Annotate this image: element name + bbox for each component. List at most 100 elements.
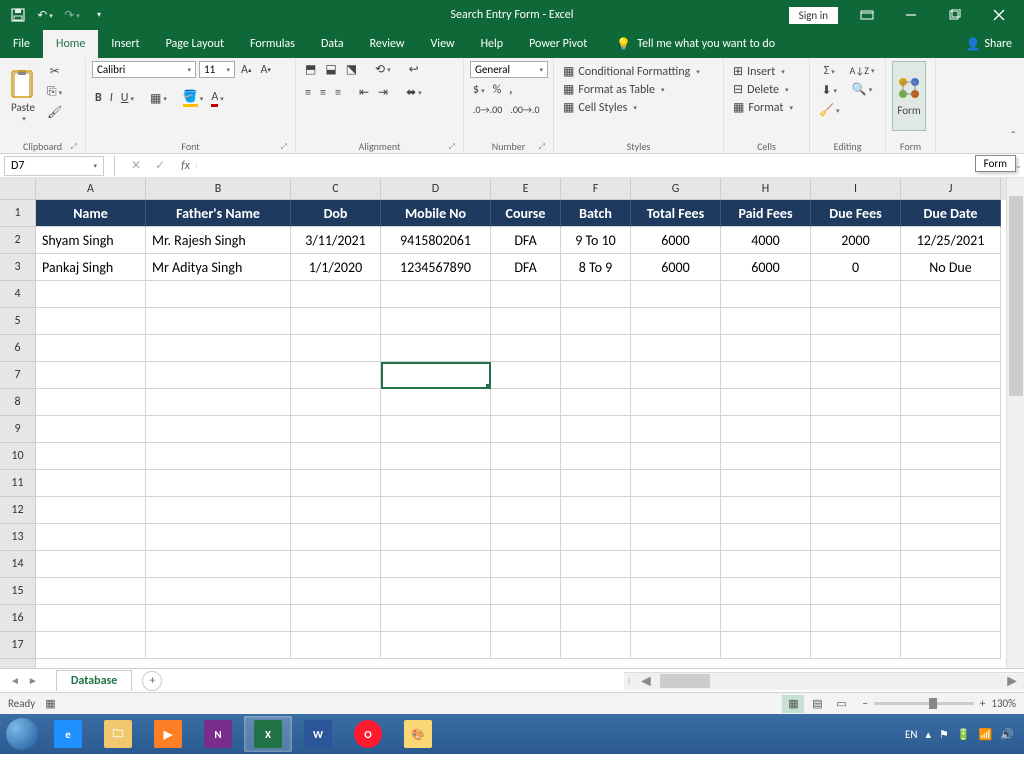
cell-I12[interactable] [811, 497, 901, 524]
cell-B1[interactable]: Father's Name [146, 200, 291, 227]
cell-I11[interactable] [811, 470, 901, 497]
cell-B9[interactable] [146, 416, 291, 443]
paste-button[interactable]: Paste ▾ [6, 61, 40, 131]
col-header-A[interactable]: A [36, 178, 146, 200]
cell-E3[interactable]: DFA [491, 254, 561, 281]
cell-A11[interactable] [36, 470, 146, 497]
cell-G17[interactable] [631, 632, 721, 659]
cell-G13[interactable] [631, 524, 721, 551]
cell-F8[interactable] [561, 389, 631, 416]
cell-A7[interactable] [36, 362, 146, 389]
cell-J1[interactable]: Due Date [901, 200, 1001, 227]
format-cells-button[interactable]: ▦Format▾ [730, 99, 803, 116]
start-button[interactable] [2, 716, 42, 752]
tray-expand-icon[interactable]: ▴ [925, 728, 931, 741]
cell-A1[interactable]: Name [36, 200, 146, 227]
tray-volume-icon[interactable]: 🔊 [1000, 728, 1014, 741]
cell-C8[interactable] [291, 389, 381, 416]
cell-C4[interactable] [291, 281, 381, 308]
col-header-I[interactable]: I [811, 178, 901, 200]
cell-F1[interactable]: Batch [561, 200, 631, 227]
signin-button[interactable]: Sign in [789, 7, 838, 24]
merge-center-icon[interactable]: ⬌▾ [403, 84, 425, 101]
close-icon[interactable] [978, 1, 1020, 29]
cell-A12[interactable] [36, 497, 146, 524]
name-box[interactable]: D7▾ [4, 156, 104, 176]
cell-I16[interactable] [811, 605, 901, 632]
fill-color-icon[interactable]: 🪣▾ [180, 88, 206, 108]
page-break-view-icon[interactable]: ▭ [830, 695, 852, 713]
sort-filter-icon[interactable]: A↓Z▾ [846, 63, 877, 78]
cell-A14[interactable] [36, 551, 146, 578]
cell-B14[interactable] [146, 551, 291, 578]
cell-J5[interactable] [901, 308, 1001, 335]
cell-G15[interactable] [631, 578, 721, 605]
font-color-icon[interactable]: A▾ [208, 89, 226, 108]
cell-E16[interactable] [491, 605, 561, 632]
cell-E11[interactable] [491, 470, 561, 497]
cell-C12[interactable] [291, 497, 381, 524]
tab-home[interactable]: Home [43, 30, 98, 58]
qat-customize-icon[interactable]: ▾ [87, 3, 111, 27]
page-layout-view-icon[interactable]: ▤ [806, 695, 828, 713]
cell-I3[interactable]: 0 [811, 254, 901, 281]
fx-icon[interactable]: fx [175, 159, 196, 173]
vertical-scroll-thumb[interactable] [1009, 196, 1023, 396]
row-header-8[interactable]: 8 [0, 389, 35, 416]
tab-formulas[interactable]: Formulas [237, 30, 308, 58]
cell-D8[interactable] [381, 389, 491, 416]
cell-C16[interactable] [291, 605, 381, 632]
normal-view-icon[interactable]: ▦ [782, 695, 804, 713]
number-dialog-icon[interactable]: ⤢ [539, 142, 545, 152]
save-icon[interactable] [6, 3, 30, 27]
row-header-10[interactable]: 10 [0, 443, 35, 470]
cell-E6[interactable] [491, 335, 561, 362]
autosum-icon[interactable]: Σ▾ [816, 63, 842, 79]
col-header-B[interactable]: B [146, 178, 291, 200]
col-header-J[interactable]: J [901, 178, 1001, 200]
cell-E4[interactable] [491, 281, 561, 308]
increase-decimal-icon[interactable]: .0→.00 [470, 102, 505, 117]
cell-D4[interactable] [381, 281, 491, 308]
taskbar-ie[interactable]: e [44, 716, 92, 752]
tab-pagelayout[interactable]: Page Layout [153, 30, 237, 58]
col-header-D[interactable]: D [381, 178, 491, 200]
taskbar-excel[interactable]: X [244, 716, 292, 752]
tray-power-icon[interactable]: 🔋 [957, 728, 971, 741]
cell-D10[interactable] [381, 443, 491, 470]
row-header-3[interactable]: 3 [0, 254, 35, 281]
cell-H3[interactable]: 6000 [721, 254, 811, 281]
formula-bar[interactable] [196, 164, 1024, 168]
cell-C6[interactable] [291, 335, 381, 362]
cell-F13[interactable] [561, 524, 631, 551]
cell-A4[interactable] [36, 281, 146, 308]
cell-J4[interactable] [901, 281, 1001, 308]
cell-I7[interactable] [811, 362, 901, 389]
zoom-level[interactable]: 130% [991, 697, 1016, 710]
cell-F9[interactable] [561, 416, 631, 443]
cell-H4[interactable] [721, 281, 811, 308]
cell-B10[interactable] [146, 443, 291, 470]
cell-C17[interactable] [291, 632, 381, 659]
cell-J15[interactable] [901, 578, 1001, 605]
orientation-icon[interactable]: ⟲▾ [372, 61, 394, 78]
cancel-formula-icon[interactable]: ✕ [131, 158, 141, 173]
add-sheet-button[interactable]: + [142, 671, 162, 691]
tab-help[interactable]: Help [468, 30, 517, 58]
cell-F7[interactable] [561, 362, 631, 389]
cell-H17[interactable] [721, 632, 811, 659]
align-middle-icon[interactable]: ⬓ [322, 61, 339, 78]
row-header-11[interactable]: 11 [0, 470, 35, 497]
tab-nav-last-icon[interactable]: ► [28, 674, 38, 687]
cell-C11[interactable] [291, 470, 381, 497]
font-dialog-icon[interactable]: ⤢ [281, 142, 287, 152]
cell-F6[interactable] [561, 335, 631, 362]
cell-E5[interactable] [491, 308, 561, 335]
cell-C3[interactable]: 1/1/2020 [291, 254, 381, 281]
enter-formula-icon[interactable]: ✓ [155, 158, 165, 173]
cell-G4[interactable] [631, 281, 721, 308]
tab-insert[interactable]: Insert [98, 30, 152, 58]
cell-J11[interactable] [901, 470, 1001, 497]
cell-H12[interactable] [721, 497, 811, 524]
cell-A9[interactable] [36, 416, 146, 443]
